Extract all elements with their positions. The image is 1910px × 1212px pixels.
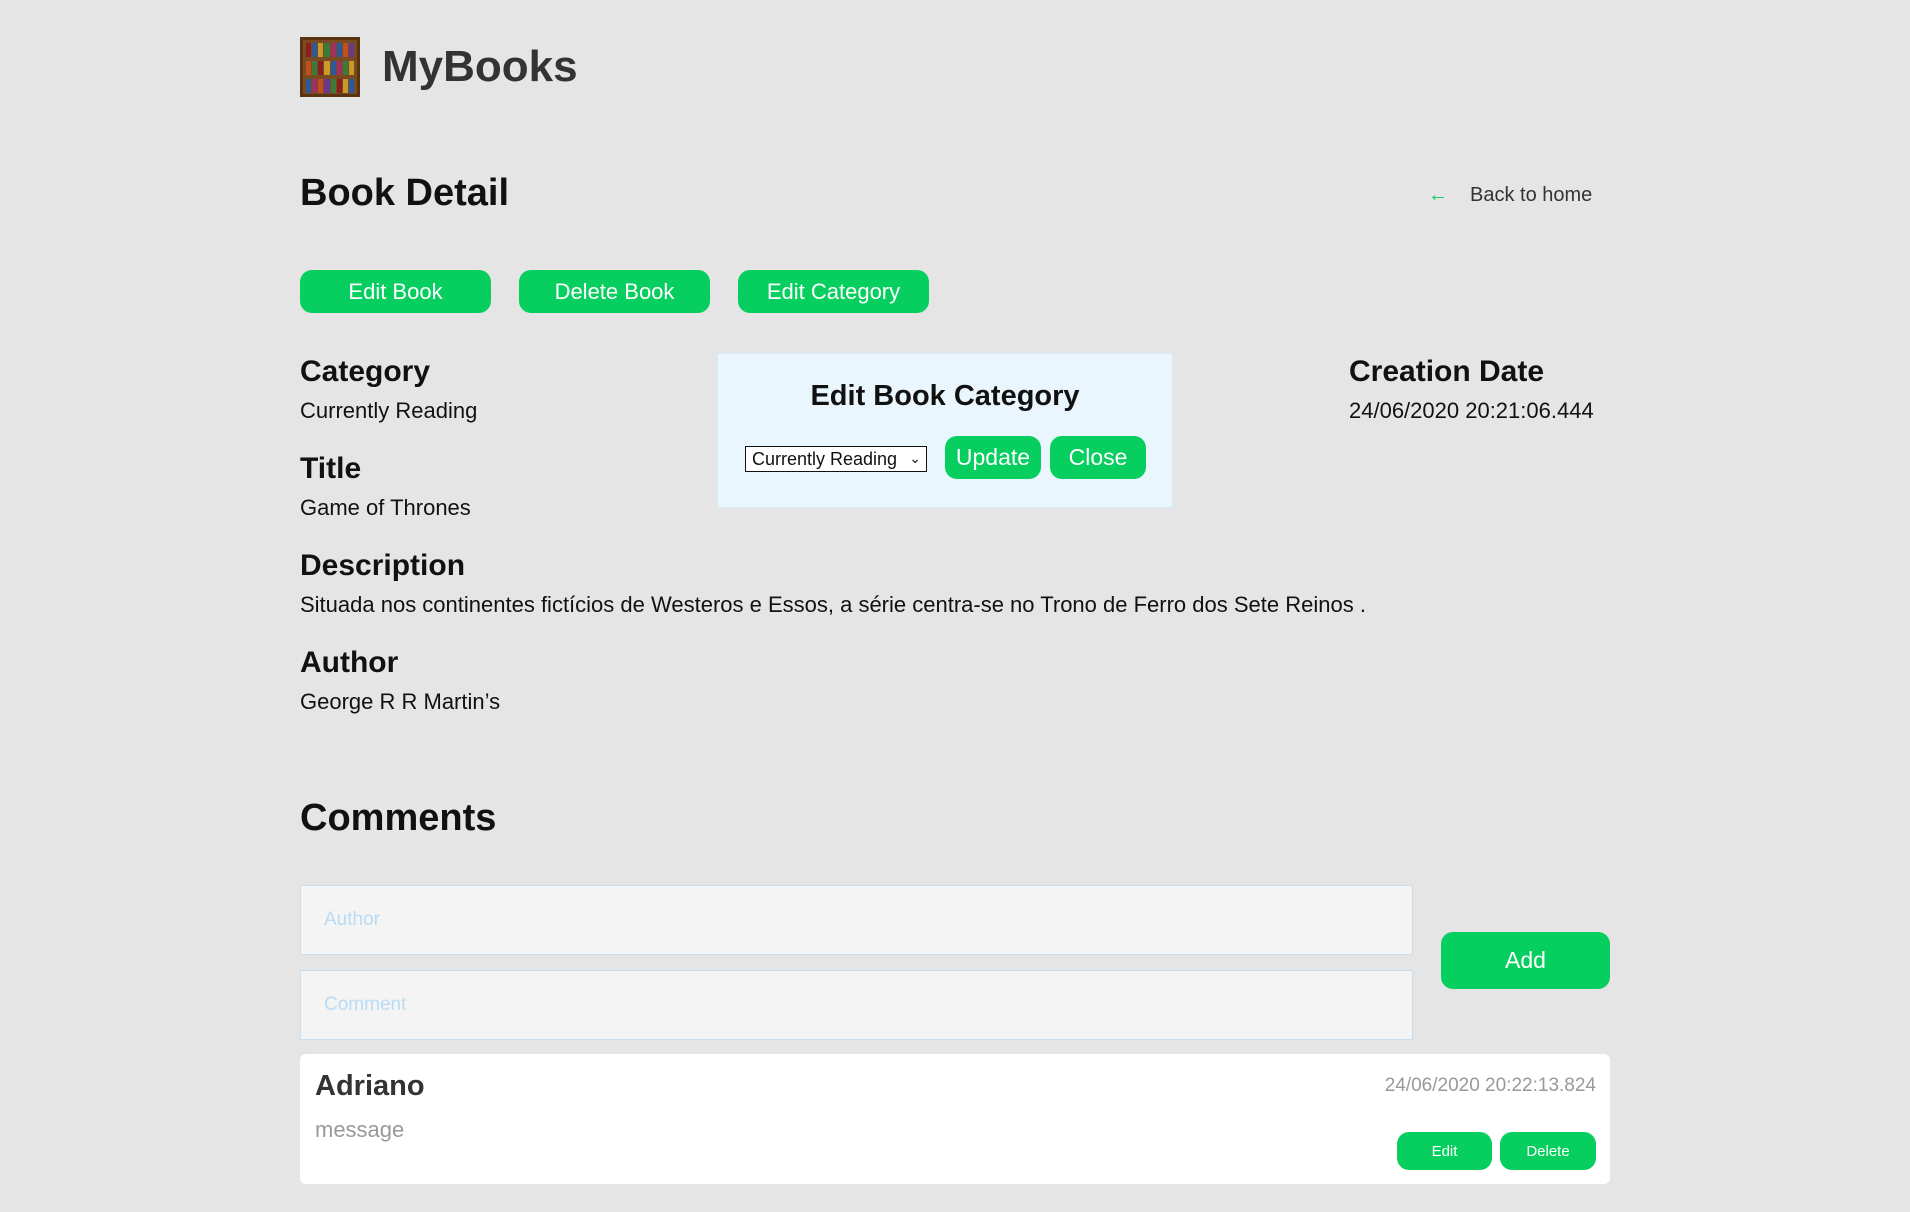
description-value: Situada nos continentes fictícios de Wes… [300, 592, 1366, 617]
comment-message: message [315, 1117, 405, 1142]
edit-category-button[interactable]: Edit Category [738, 270, 929, 313]
update-button[interactable]: Update [945, 436, 1041, 479]
category-label: Category [300, 355, 431, 388]
arrow-left-icon: ← [1428, 184, 1448, 206]
title-label: Title [300, 452, 362, 485]
comments-title: Comments [300, 797, 497, 839]
description-label: Description [300, 549, 466, 582]
author-value: George R R Martin’s [300, 689, 501, 714]
chevron-down-icon: ⌄ [909, 450, 921, 466]
comment-author: Adriano [315, 1070, 425, 1102]
add-comment-button[interactable]: Add [1441, 932, 1610, 989]
back-to-home-link[interactable]: ← Back to home [1428, 184, 1592, 207]
category-value: Currently Reading [300, 398, 478, 423]
delete-comment-button[interactable]: Delete [1500, 1132, 1596, 1170]
app-title: MyBooks [382, 42, 578, 91]
bookshelf-icon [300, 37, 360, 97]
page-title: Book Detail [300, 172, 510, 214]
comment-date: 24/06/2020 20:22:13.824 [1384, 1075, 1596, 1096]
modal-title: Edit Book Category [810, 380, 1080, 412]
back-to-home-label: Back to home [1470, 184, 1593, 206]
creation-date-value: 24/06/2020 20:21:06.444 [1349, 398, 1594, 423]
edit-category-modal: Edit Book Category Currently Reading ⌄ U… [717, 353, 1173, 508]
author-label: Author [300, 646, 399, 679]
category-select-value: Currently Reading [752, 448, 898, 469]
close-button[interactable]: Close [1050, 436, 1146, 479]
title-value: Game of Thrones [300, 495, 471, 520]
edit-book-button[interactable]: Edit Book [300, 270, 491, 313]
edit-comment-button[interactable]: Edit [1397, 1132, 1492, 1170]
creation-date-label: Creation Date [1349, 355, 1545, 388]
category-select[interactable]: Currently Reading ⌄ [745, 446, 927, 472]
delete-book-button[interactable]: Delete Book [519, 270, 710, 313]
comment-text-input[interactable] [300, 970, 1413, 1040]
header: MyBooks [300, 37, 578, 97]
comment-card: Adriano 24/06/2020 20:22:13.824 message … [300, 1054, 1610, 1184]
comment-author-input[interactable] [300, 885, 1413, 955]
